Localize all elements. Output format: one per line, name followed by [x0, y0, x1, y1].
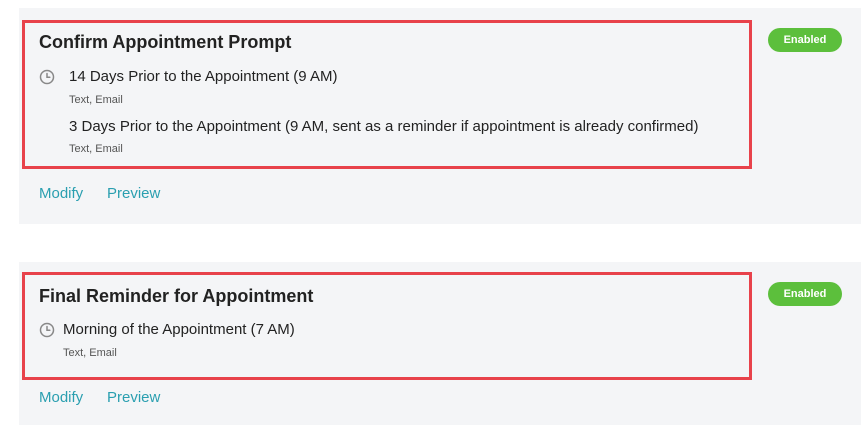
modify-link[interactable]: Modify: [39, 389, 83, 406]
clock-icon: [39, 322, 55, 338]
schedule-timing: Morning of the Appointment (7 AM): [63, 321, 295, 338]
notification-title: Final Reminder for Appointment: [39, 286, 314, 306]
preview-link[interactable]: Preview: [107, 389, 160, 406]
status-badge[interactable]: Enabled: [768, 28, 842, 52]
notification-card-confirm-prompt: Confirm Appointment Prompt 14 Days Prior…: [19, 8, 861, 224]
schedule-timing: 3 Days Prior to the Appointment (9 AM, s…: [69, 118, 699, 135]
schedule-timing: 14 Days Prior to the Appointment (9 AM): [69, 68, 338, 85]
clock-icon: [39, 69, 55, 85]
notification-list: Confirm Appointment Prompt 14 Days Prior…: [0, 0, 868, 425]
preview-link[interactable]: Preview: [107, 185, 160, 202]
notification-card-final-reminder: Final Reminder for Appointment Morning o…: [19, 262, 861, 425]
schedule-channels: Text, Email: [69, 94, 123, 106]
notification-title: Confirm Appointment Prompt: [39, 32, 292, 52]
status-badge[interactable]: Enabled: [768, 282, 842, 306]
schedule-channels: Text, Email: [69, 143, 123, 155]
modify-link[interactable]: Modify: [39, 185, 83, 202]
schedule-channels: Text, Email: [63, 347, 117, 359]
